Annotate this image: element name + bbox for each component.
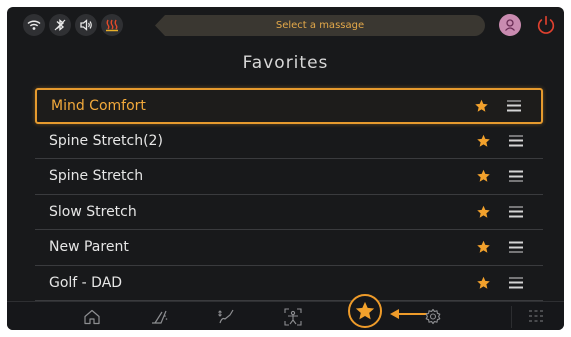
list-item-label: New Parent [49, 239, 129, 256]
bluetooth-icon[interactable] [49, 14, 71, 36]
home-icon[interactable] [80, 305, 104, 329]
favorites-icon[interactable] [348, 294, 382, 328]
massage-selector[interactable]: Select a massage [155, 15, 485, 36]
reorder-icon[interactable] [509, 206, 523, 218]
nav-divider [511, 306, 512, 328]
star-icon[interactable] [476, 169, 491, 184]
list-item-label: Spine Stretch [49, 168, 144, 185]
settings-icon[interactable] [421, 305, 445, 329]
list-item[interactable]: Golf - DAD [35, 266, 543, 301]
heat-icon[interactable] [101, 14, 123, 36]
reorder-icon[interactable] [509, 135, 523, 147]
body-scan-icon[interactable] [281, 305, 305, 329]
reorder-icon[interactable] [509, 241, 523, 253]
favorites-list: Mind Comfort Spine Stretch(2) Spine Stre… [35, 88, 543, 301]
list-item-label: Slow Stretch [49, 203, 137, 220]
list-item[interactable]: Mind Comfort [35, 88, 543, 124]
list-item[interactable]: Spine Stretch(2) [35, 124, 543, 159]
user-avatar-icon[interactable] [499, 14, 521, 36]
star-icon[interactable] [476, 133, 491, 148]
page-title: Favorites [242, 53, 329, 73]
list-item-label: Golf - DAD [49, 274, 123, 291]
list-item[interactable]: Slow Stretch [35, 195, 543, 230]
recline-icon[interactable] [147, 305, 171, 329]
list-item[interactable]: Spine Stretch [35, 159, 543, 195]
reorder-icon[interactable] [509, 170, 523, 182]
star-icon[interactable] [476, 275, 491, 290]
list-item-label: Spine Stretch(2) [49, 132, 163, 149]
star-icon[interactable] [476, 204, 491, 219]
stretch-icon[interactable] [214, 305, 238, 329]
grid-menu-icon[interactable] [527, 308, 545, 324]
wifi-icon[interactable] [23, 14, 45, 36]
massage-chair-screen: Select a massage Favorites Mind Comfort … [7, 7, 564, 330]
star-icon[interactable] [474, 98, 489, 113]
reorder-icon[interactable] [507, 100, 521, 112]
speaker-icon[interactable] [75, 14, 97, 36]
power-icon[interactable] [534, 13, 558, 37]
top-bar: Select a massage [7, 7, 564, 43]
list-item-label: Mind Comfort [51, 97, 146, 114]
reorder-icon[interactable] [509, 277, 523, 289]
bottom-nav [7, 294, 564, 330]
star-icon[interactable] [476, 240, 491, 255]
massage-selector-label: Select a massage [275, 20, 365, 31]
list-item[interactable]: New Parent [35, 230, 543, 266]
